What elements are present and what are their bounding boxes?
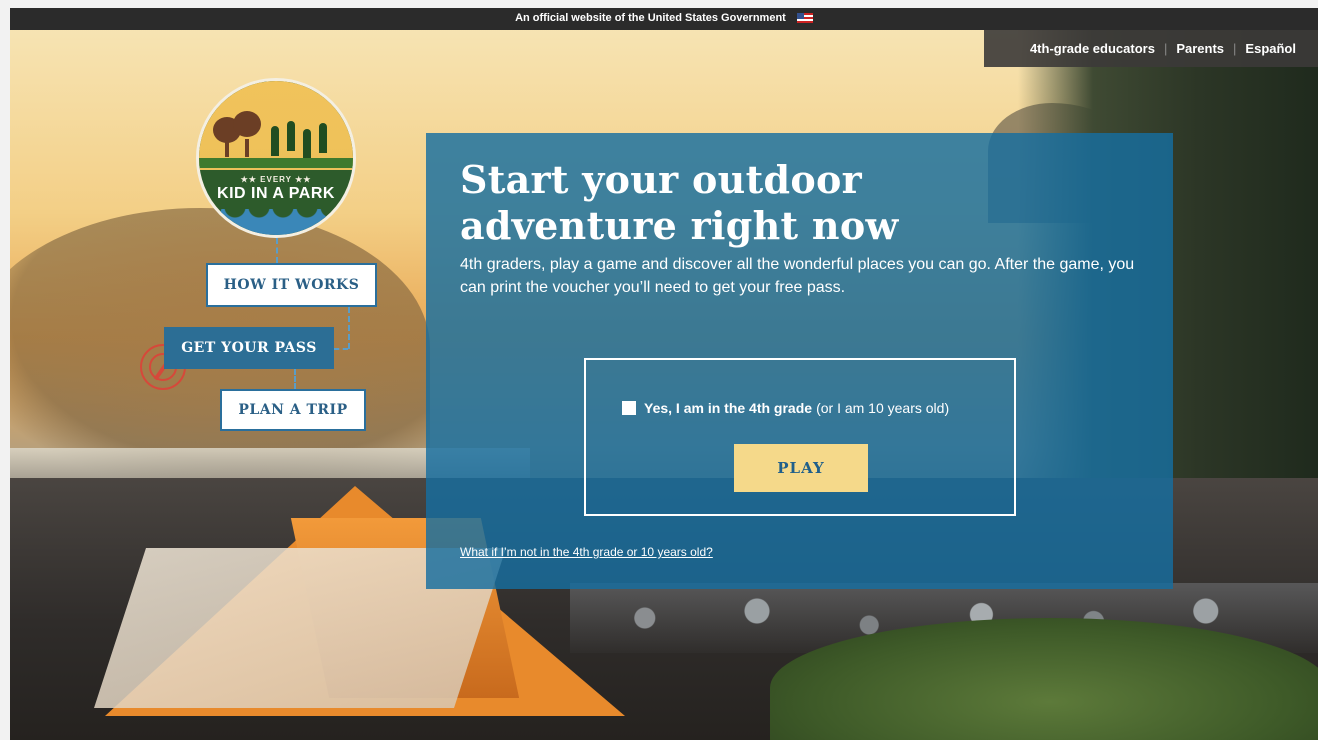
logo-kid-icon [303, 129, 311, 159]
hero-headline: Start your outdoor adventure right now [460, 157, 899, 248]
plan-a-trip-button[interactable]: PLAN A TRIP [220, 389, 366, 431]
connector [334, 348, 348, 350]
gov-banner-text: An official website of the United States… [515, 12, 786, 24]
logo-kid-icon [319, 123, 327, 153]
nav-separator: | [1163, 41, 1168, 56]
grade-checkbox[interactable] [622, 401, 636, 415]
grade-checkbox-label[interactable]: Yes, I am in the 4th grade [644, 400, 812, 416]
grade-checkbox-row[interactable]: Yes, I am in the 4th grade (or I am 10 y… [622, 400, 949, 416]
page: An official website of the United States… [10, 8, 1318, 740]
nav-separator: | [1233, 41, 1237, 56]
logo-waves [199, 209, 353, 235]
logo-stars-text: ★★ EVERY ★★ [240, 175, 312, 184]
connector [348, 307, 350, 349]
gov-banner: An official website of the United States… [10, 8, 1318, 30]
logo-title: KID IN A PARK [217, 185, 335, 202]
top-nav: 4th-grade educators | Parents | Español [984, 30, 1318, 67]
connector [294, 369, 296, 389]
logo-tree-icon [233, 111, 261, 137]
logo-trunk [225, 139, 229, 157]
us-flag-icon [796, 13, 813, 24]
nav-parents-link[interactable]: Parents [1176, 41, 1224, 56]
grade-confirm-box: Yes, I am in the 4th grade (or I am 10 y… [584, 358, 1016, 516]
logo-kid-icon [287, 121, 295, 151]
logo-kid-icon [271, 126, 279, 156]
every-kid-in-a-park-logo[interactable]: ★★ EVERY ★★ KID IN A PARK [196, 78, 356, 238]
play-button[interactable]: PLAY [734, 444, 868, 492]
connector [276, 238, 278, 263]
logo-trunk [245, 139, 249, 157]
hero-intro: 4th graders, play a game and discover al… [460, 256, 1135, 296]
logo-grass [199, 158, 353, 168]
how-it-works-button[interactable]: HOW IT WORKS [206, 263, 377, 307]
not-eligible-link[interactable]: What if I’m not in the 4th grade or 10 y… [460, 545, 713, 559]
nav-educators-link[interactable]: 4th-grade educators [1030, 41, 1155, 56]
hero-panel: Start your outdoor adventure right now 4… [426, 133, 1173, 589]
get-your-pass-button[interactable]: GET YOUR PASS [164, 327, 334, 369]
grade-checkbox-sublabel[interactable]: (or I am 10 years old) [816, 400, 949, 416]
nav-espanol-link[interactable]: Español [1245, 41, 1296, 56]
